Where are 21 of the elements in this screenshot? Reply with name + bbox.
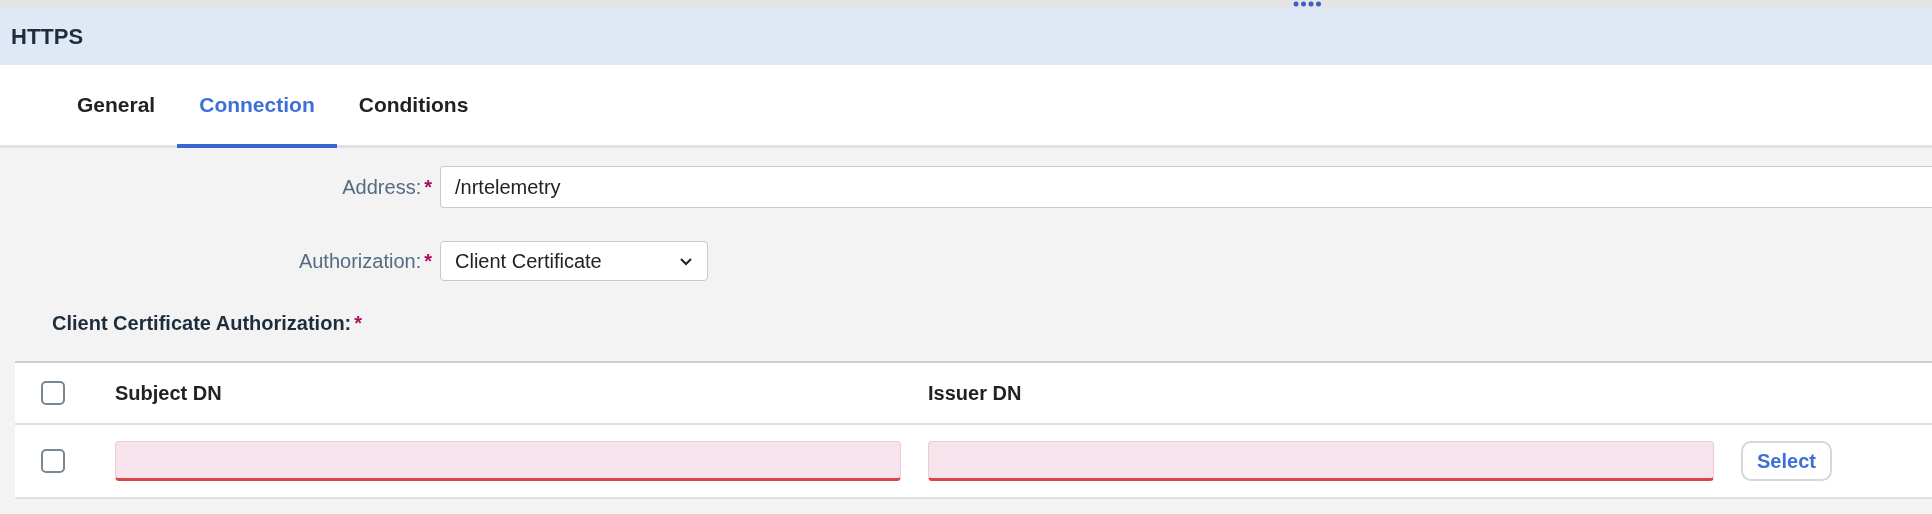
tab[interactable]: General [55,65,178,148]
field-label: Address: [342,175,422,198]
column-header: Issuer DN [928,381,1022,404]
checkbox[interactable] [41,381,65,405]
checkbox[interactable] [41,449,65,473]
required-mark: * [424,249,432,272]
section-title: Client Certificate Authorization: [52,312,352,334]
address-field[interactable]: /nrtelemetry [440,166,1932,208]
column-header: Subject DN [115,381,222,404]
tab[interactable]: Conditions [336,65,491,148]
input-field[interactable] [115,441,901,481]
grip-icon[interactable] [1293,1,1321,7]
required-mark: * [424,175,432,198]
authorization-dropdown[interactable]: Client Certificate [440,241,708,281]
field-label: Authorization: [298,249,422,272]
input-field[interactable] [928,441,1714,481]
caret-icon [679,256,693,266]
select-button[interactable]: Select [1741,441,1832,481]
panel-title: HTTPS [11,23,84,50]
required-mark: * [354,312,363,334]
tab[interactable]: Connection [177,65,337,148]
